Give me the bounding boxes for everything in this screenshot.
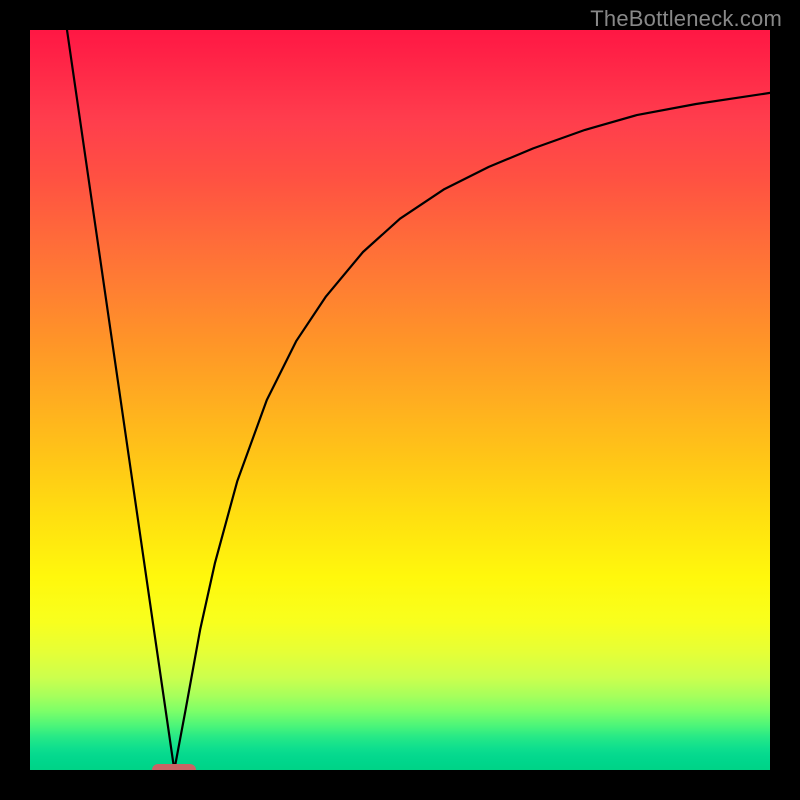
optimal-zone-marker xyxy=(152,764,196,770)
chart-frame: TheBottleneck.com xyxy=(0,0,800,800)
bottleneck-curve xyxy=(30,30,770,770)
plot-area xyxy=(30,30,770,770)
watermark-text: TheBottleneck.com xyxy=(590,6,782,32)
